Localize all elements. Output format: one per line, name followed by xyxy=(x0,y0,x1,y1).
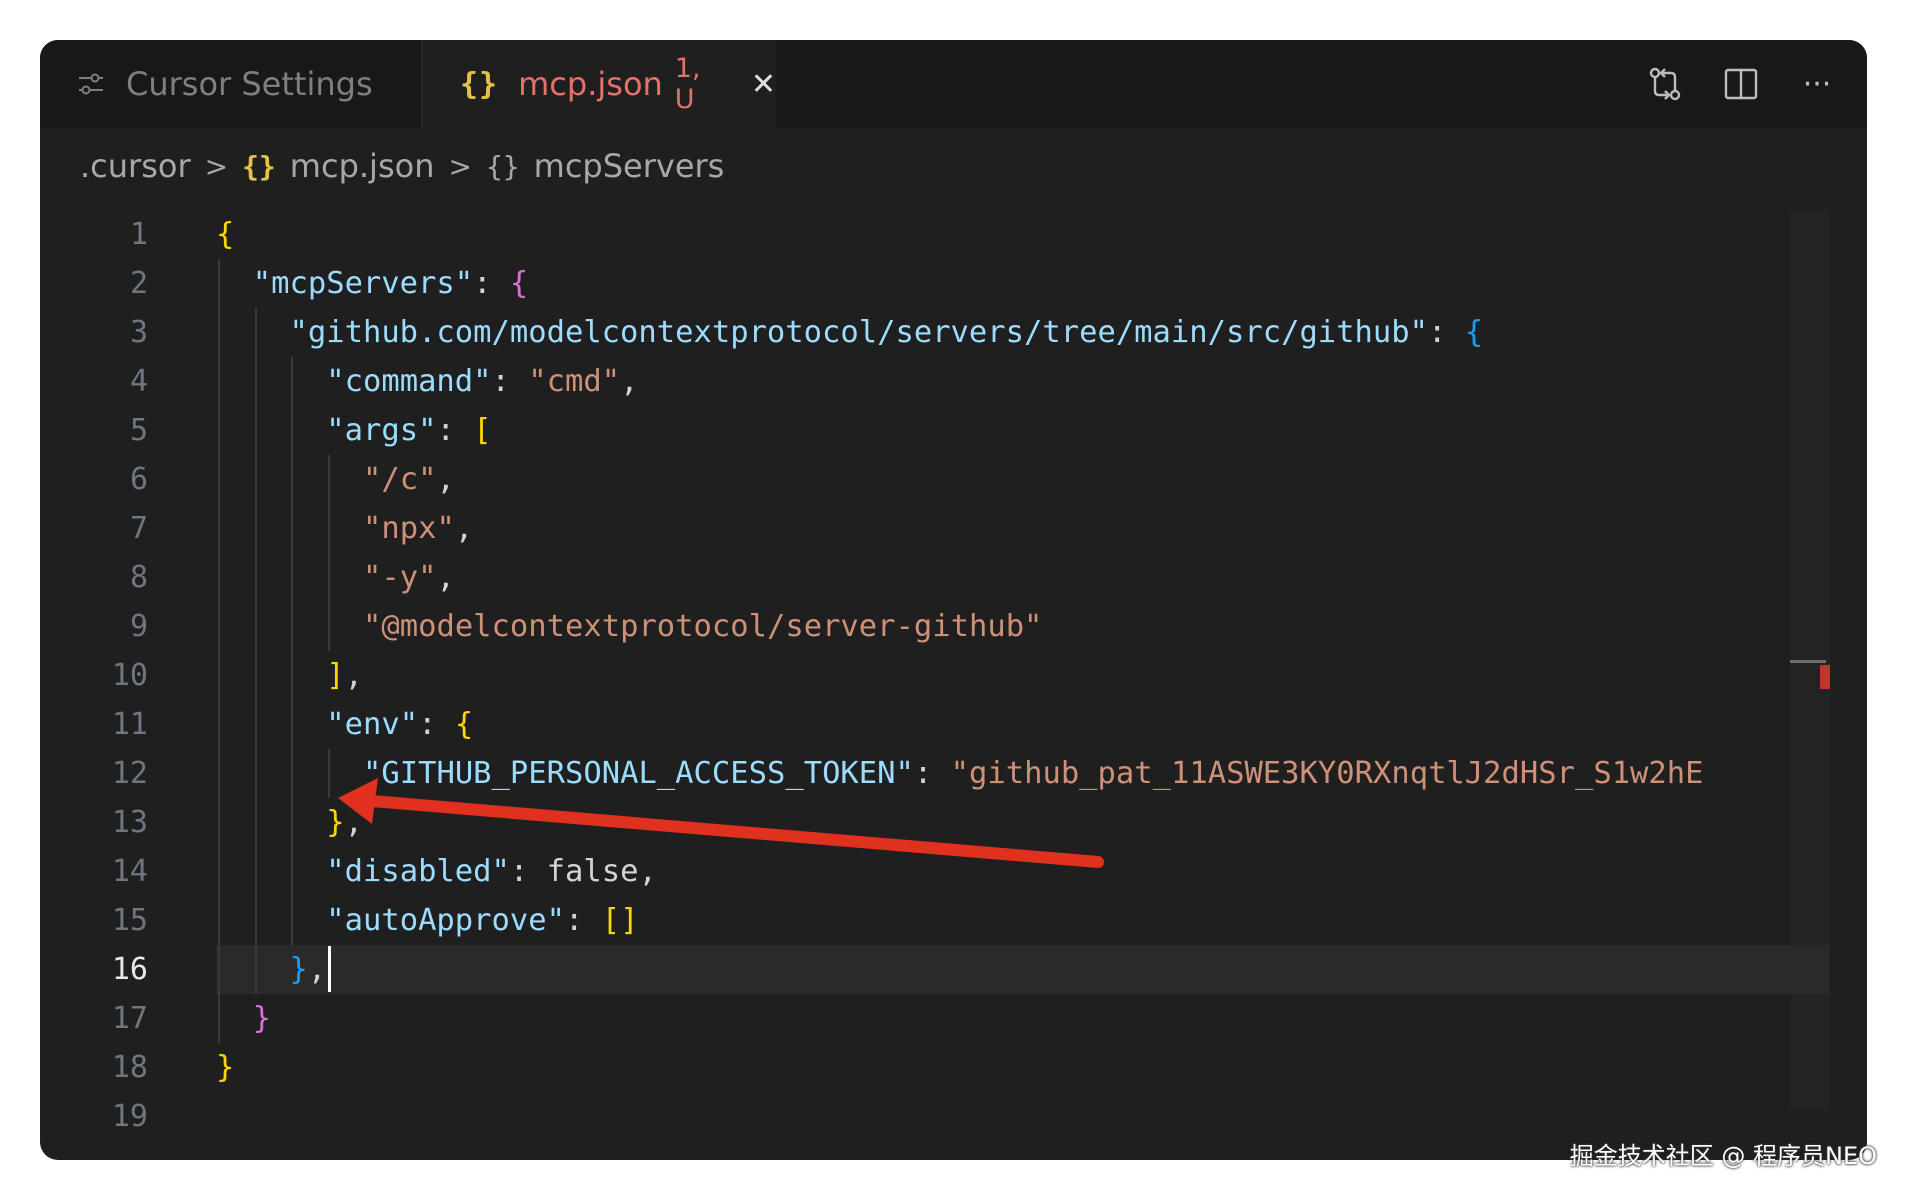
arrow-head xyxy=(338,778,378,824)
annotation-arrow xyxy=(338,778,1104,868)
editor-window: Cursor Settings {} mcp.json 1, U ✕ ··· .… xyxy=(40,40,1867,1160)
watermark: 掘金技术社区 @ 程序员NEO xyxy=(1569,1142,1877,1170)
arrow-shaft xyxy=(354,794,1104,868)
